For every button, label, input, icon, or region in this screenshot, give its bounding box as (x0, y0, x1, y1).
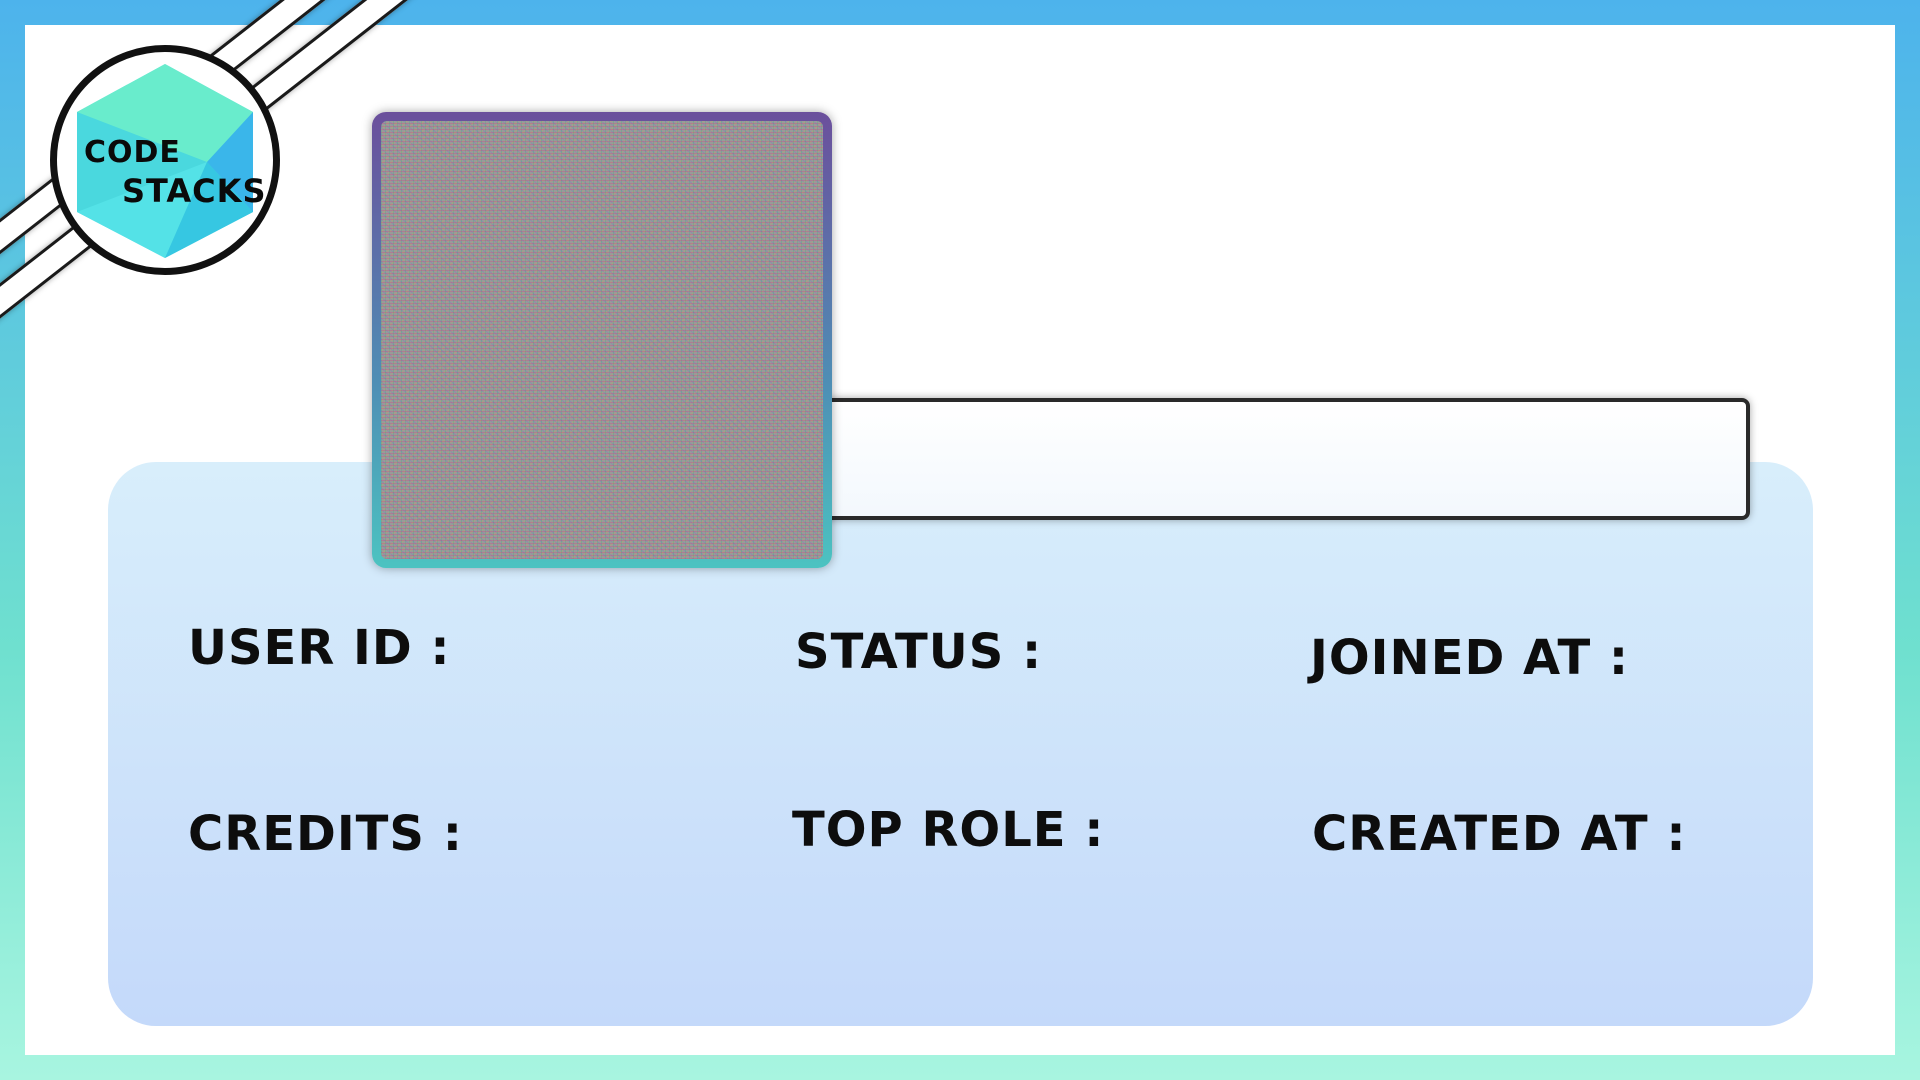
top-role-label: TOP ROLE : (792, 802, 1105, 858)
joined-at-label: JOINED AT : (1310, 630, 1630, 686)
code-stacks-logo: CODE STACKS (50, 45, 280, 275)
credits-label: CREDITS : (188, 806, 463, 862)
logo-text-code: CODE (84, 135, 181, 170)
avatar (372, 112, 832, 568)
avatar-image (381, 121, 823, 559)
user-id-label: USER ID : (188, 620, 451, 676)
info-panel (108, 462, 1813, 1026)
status-label: STATUS : (795, 624, 1043, 680)
card-frame: CODE STACKS USER ID : STATUS : JOINED AT… (0, 0, 1920, 1080)
created-at-label: CREATED AT : (1312, 806, 1687, 862)
logo-text-stacks: STACKS (122, 172, 267, 210)
username-bar (820, 398, 1750, 520)
